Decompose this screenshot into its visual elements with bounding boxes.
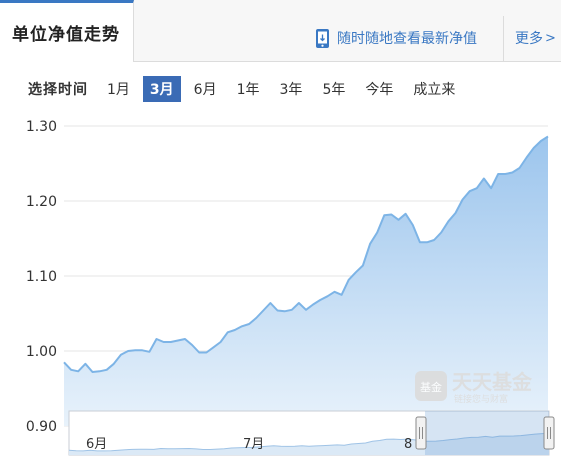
y-axis-ticks: 1.30 1.20 1.10 1.00 0.90 bbox=[26, 119, 57, 435]
watermark-slogan: 链接您与财富 bbox=[454, 393, 508, 405]
navigator-month-label: 6月 bbox=[86, 437, 107, 452]
y-tick-label: 1.10 bbox=[26, 269, 57, 285]
y-tick-label: 1.20 bbox=[26, 194, 57, 210]
y-tick-label: 1.30 bbox=[26, 119, 57, 135]
range-navigator[interactable]: 6月 7月 8 bbox=[68, 410, 555, 456]
navigator-month-label: 8 bbox=[404, 437, 412, 452]
drag-handle-icon bbox=[543, 416, 555, 450]
watermark-brand: 天天基金 bbox=[452, 370, 533, 394]
navigator-selected-range[interactable] bbox=[425, 411, 549, 455]
drag-handle-icon bbox=[415, 416, 427, 450]
navigator-handle-right[interactable] bbox=[543, 416, 555, 450]
navigator-month-label: 7月 bbox=[243, 437, 264, 452]
y-tick-label: 0.90 bbox=[26, 419, 57, 435]
y-tick-label: 1.00 bbox=[26, 344, 57, 360]
navigator-handle-left[interactable] bbox=[415, 416, 427, 450]
nav-chart: 1.30 1.20 1.10 1.00 0.90 基金 天天基金 链接您与财富 6月 7月… bbox=[26, 119, 555, 456]
watermark-logo-text: 基金 bbox=[420, 380, 442, 394]
